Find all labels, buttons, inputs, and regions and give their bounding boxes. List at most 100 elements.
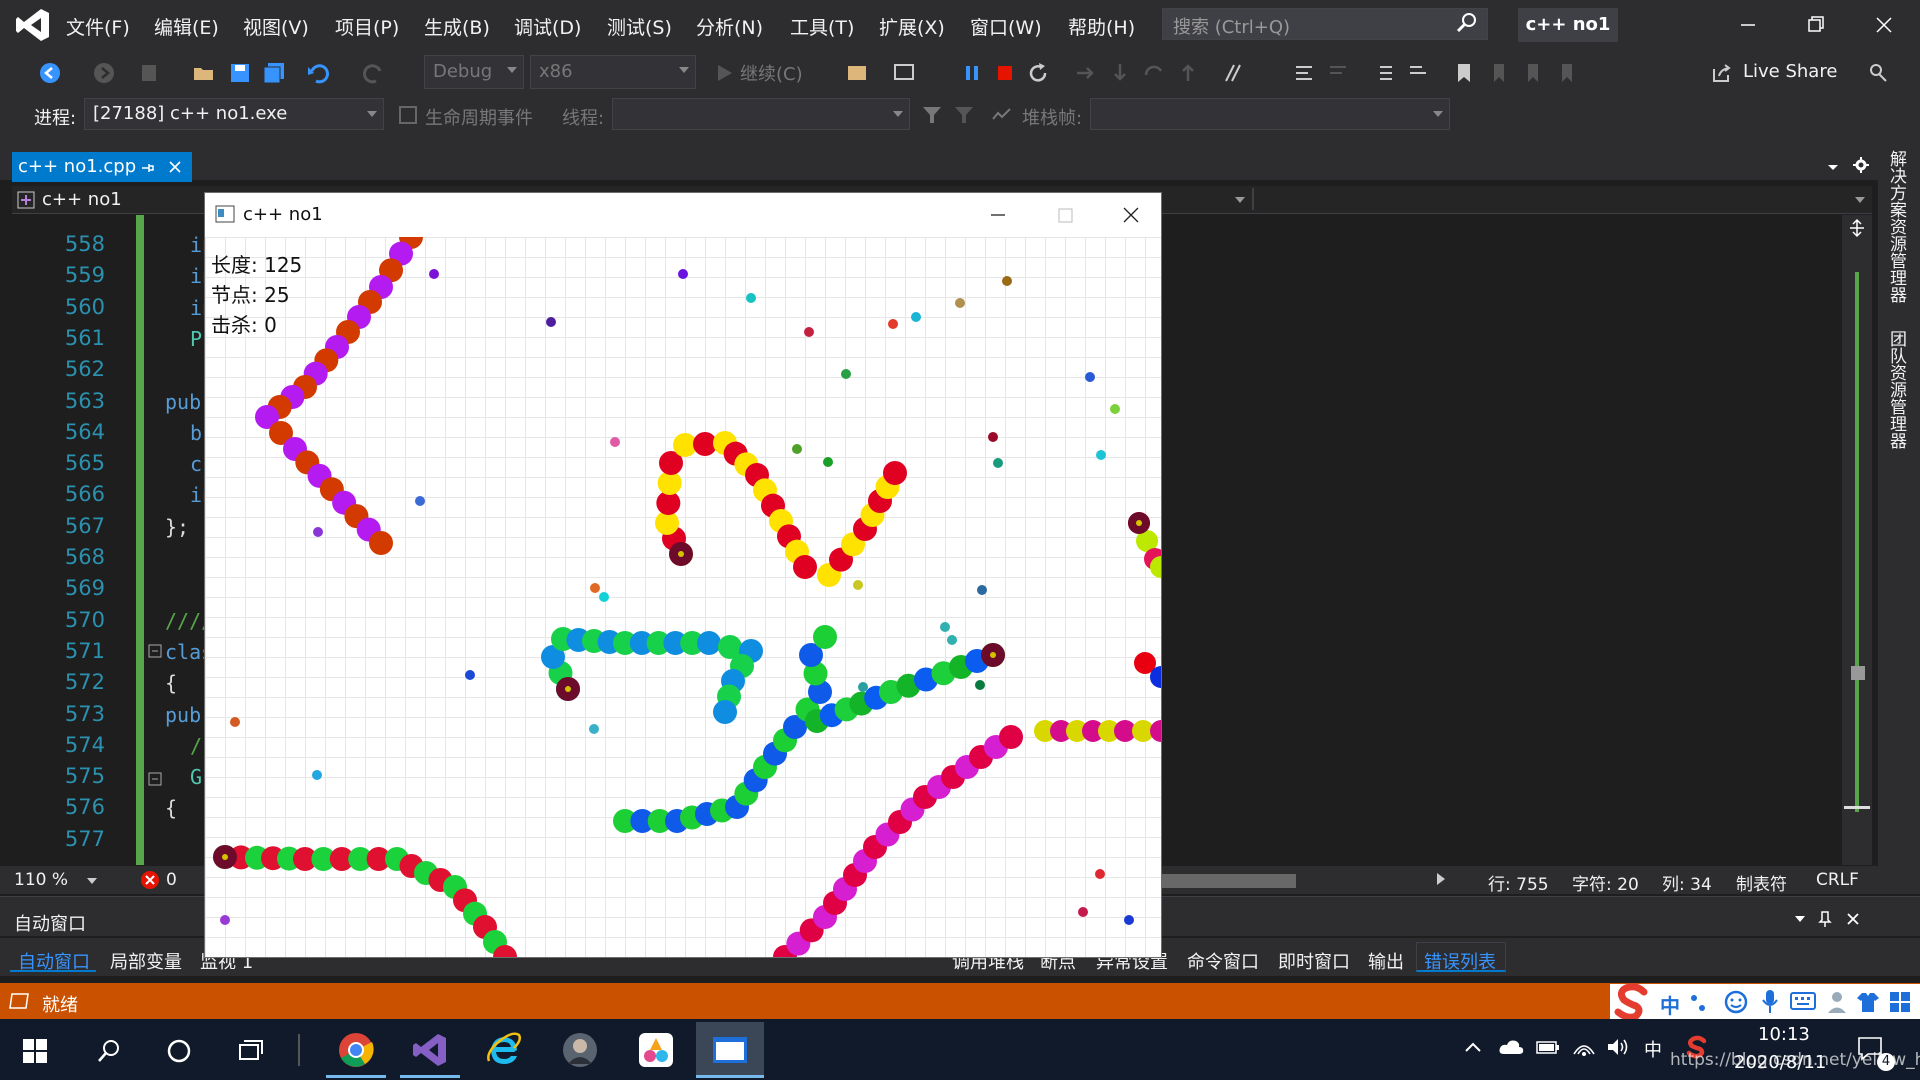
code-line[interactable]: { [165,671,177,695]
emoji-icon[interactable] [1724,990,1748,1014]
code-line[interactable]: G [190,765,202,789]
game-canvas[interactable]: 长度: 125 节点: 25 击杀: 0 [205,237,1161,957]
tabs-mode[interactable]: 制表符 [1736,870,1787,895]
sogou-logo-icon[interactable] [1610,980,1654,1022]
filter-clear-icon[interactable] [952,103,976,127]
code-line[interactable]: pub [165,390,201,414]
live-share-icon[interactable] [1710,61,1734,85]
onedrive-icon[interactable] [1498,1038,1524,1056]
prev-bookmark-icon[interactable] [1486,61,1510,85]
code-line[interactable]: c [190,452,202,476]
cursor-char[interactable]: 字符: 20 [1572,870,1639,895]
step-over-icon[interactable] [1142,61,1166,85]
zoom-level[interactable]: 110 % [14,870,68,890]
filter-icon[interactable] [920,103,944,127]
restart-icon[interactable] [1026,61,1050,85]
minimize-icon[interactable] [1728,8,1768,42]
line-ending[interactable]: CRLF [1816,870,1859,890]
panel-menu-icon[interactable] [1794,915,1806,923]
split-icon[interactable] [1847,218,1867,238]
feedback-icon[interactable] [1866,61,1890,85]
taskbar-app-avatar[interactable] [546,1022,614,1078]
menu-view[interactable]: 视图(V) [243,13,309,40]
live-share-label[interactable]: Live Share [1743,61,1837,82]
tab-immediate-window[interactable]: 即时窗口 [1278,948,1350,974]
taskbar-ie[interactable] [470,1022,538,1078]
new-project-icon[interactable] [138,61,162,85]
open-folder-icon[interactable] [192,61,216,85]
code-line[interactable]: / [190,734,202,758]
team-explorer-tab[interactable]: 团队资源管理器 [1884,330,1909,449]
wifi-icon[interactable] [1572,1034,1596,1058]
undo-icon[interactable] [306,61,330,85]
nav-member-caret-icon[interactable] [1854,196,1866,204]
tab-error-list[interactable]: 错误列表 [1424,948,1496,974]
menu-window[interactable]: 窗口(W) [970,13,1042,40]
nav-dropdown-caret-icon[interactable] [1234,196,1246,204]
panel-close-icon[interactable] [1846,912,1860,926]
cursor-line[interactable]: 行: 755 [1488,870,1549,895]
menu-file[interactable]: 文件(F) [66,13,130,40]
battery-icon[interactable] [1536,1038,1560,1056]
comment-icon[interactable] [1292,61,1316,85]
tab-overflow-icon[interactable] [1826,160,1840,174]
scroll-thumb[interactable] [1851,666,1865,680]
task-view-icon[interactable] [238,1038,266,1064]
settings-gear-icon[interactable] [1852,156,1870,174]
clock-time[interactable]: 10:13 [1758,1024,1810,1045]
show-next-statement-icon[interactable] [1074,61,1098,85]
menu-extensions[interactable]: 扩展(X) [879,13,945,40]
menu-help[interactable]: 帮助(H) [1068,13,1135,40]
uncomment-icon[interactable] [1326,61,1350,85]
continue-label[interactable]: 继续(C) [740,60,803,86]
tab-locals[interactable]: 局部变量 [110,948,182,974]
game-title-bar[interactable]: c++ no1 [205,193,1161,237]
save-icon[interactable] [228,61,252,85]
taskbar-app-color[interactable] [622,1022,690,1078]
restore-icon[interactable] [1796,8,1836,42]
cortana-icon[interactable] [166,1038,192,1064]
clear-bookmarks-icon[interactable] [1554,61,1578,85]
indent-icon[interactable] [1372,61,1396,85]
hex-display-icon[interactable] [1222,61,1246,85]
continue-icon[interactable] [712,61,736,85]
toolbox-grid-icon[interactable] [1888,990,1912,1014]
tab-output[interactable]: 输出 [1368,948,1404,974]
punctuation-icon[interactable] [1688,990,1708,1014]
tab-close-icon[interactable] [168,160,182,174]
app-insights-icon[interactable] [892,61,916,85]
stack-frame-dropdown[interactable] [1090,98,1450,130]
solution-explorer-tab[interactable]: 解决方案资源管理器 [1884,150,1909,303]
code-line[interactable]: b [190,421,202,445]
next-bookmark-icon[interactable] [1520,61,1544,85]
taskbar-search-icon[interactable] [96,1038,122,1064]
redo-icon[interactable] [362,61,386,85]
thread-dropdown[interactable] [612,98,910,130]
tab-autos[interactable]: 自动窗口 [18,948,90,974]
code-line[interactable]: { [165,796,177,820]
step-out-icon[interactable] [1176,61,1200,85]
keyboard-icon[interactable] [1790,990,1816,1012]
volume-icon[interactable] [1606,1036,1630,1058]
error-icon[interactable] [140,870,160,890]
platform-dropdown[interactable]: x86 [530,55,696,89]
save-all-icon[interactable] [262,61,286,85]
menu-tools[interactable]: 工具(T) [790,13,854,40]
taskbar-visual-studio[interactable] [396,1022,464,1078]
zoom-caret-icon[interactable] [86,877,98,885]
menu-test[interactable]: 测试(S) [607,13,672,40]
code-line[interactable]: P [190,327,202,351]
panel-pin-icon[interactable] [1818,910,1832,928]
lifecycle-events[interactable]: 生命周期事件 [425,104,533,130]
collapse-icon[interactable] [148,644,162,658]
flag-threads-icon[interactable] [990,103,1014,127]
game-close-icon[interactable] [1111,201,1151,229]
cursor-col[interactable]: 列: 34 [1662,870,1712,895]
pin-icon[interactable] [140,161,154,175]
menu-debug[interactable]: 调试(D) [514,13,581,40]
error-count[interactable]: 0 [166,870,177,890]
menu-project[interactable]: 项目(P) [335,13,399,40]
browser-link-icon[interactable] [845,61,869,85]
windows-start-icon[interactable] [22,1038,48,1064]
code-line[interactable]: }; [165,515,189,539]
